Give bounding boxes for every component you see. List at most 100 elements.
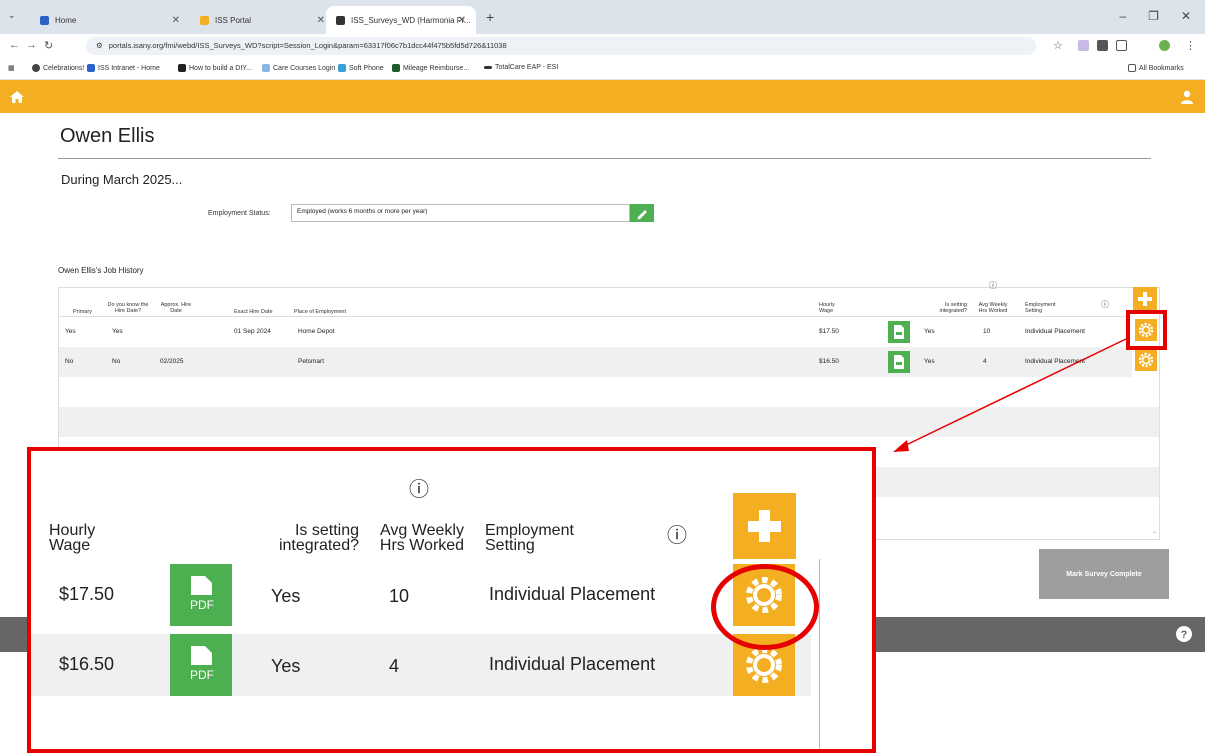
maximize-icon[interactable]: ❐ <box>1148 9 1159 23</box>
bookmark-label: How to build a DIY... <box>189 64 252 72</box>
app-header-bar <box>0 80 1205 113</box>
divider <box>58 158 1151 159</box>
user-icon[interactable] <box>1179 89 1195 105</box>
cell-wage: $17.50 <box>819 328 839 335</box>
cell-hours: 4 <box>983 358 987 365</box>
pencil-icon <box>637 210 647 220</box>
bookmark-celebrations[interactable]: Celebrations! <box>32 64 84 72</box>
settings-row-2-button[interactable] <box>1135 349 1157 371</box>
info-icon[interactable]: ⓘ <box>667 526 687 546</box>
pdf-label: PDF <box>190 598 214 612</box>
close-icon[interactable]: ✕ <box>458 15 466 26</box>
tab-label: ISS Portal <box>215 15 252 25</box>
close-icon[interactable]: ✕ <box>317 15 325 26</box>
profile-avatar-icon[interactable] <box>1159 40 1170 51</box>
pdf-icon: PDF <box>190 646 214 682</box>
col-header-hours: Avg Weekly Hrs Worked <box>978 302 1008 314</box>
zoom-header-hours: Avg Weekly Hrs Worked <box>379 522 465 554</box>
col-header-know-hire: Do you know the Hire Date? <box>107 302 149 314</box>
url-text: portals.isany.org/fmi/webd/ISS_Surveys_W… <box>108 41 507 50</box>
table-row[interactable]: $16.50 PDF Yes 4 Individual Placement <box>31 634 811 696</box>
scroll-down-icon[interactable]: ⌄ <box>1152 528 1157 535</box>
bookmark-label: Care Courses Login <box>273 64 336 72</box>
pdf-button[interactable]: PDF <box>170 634 232 696</box>
cell-exact-hire: 01 Sep 2024 <box>234 328 271 335</box>
cell-integrated: Yes <box>924 328 935 335</box>
cell-integrated: Yes <box>271 586 301 606</box>
bookmark-totalcare[interactable]: TotalCare EAP - ESI <box>484 64 558 71</box>
edit-employment-button[interactable] <box>630 204 654 222</box>
zoom-add-job-button[interactable] <box>733 493 796 559</box>
browser-menu-icon[interactable]: ⋮ <box>1185 39 1196 52</box>
window-close-icon[interactable]: ✕ <box>1181 9 1191 23</box>
url-input[interactable]: ⚙ portals.isany.org/fmi/webd/ISS_Surveys_… <box>86 37 1036 55</box>
minimize-icon[interactable]: – <box>1119 9 1126 23</box>
back-icon[interactable]: ← <box>9 39 20 51</box>
portal-favicon-icon <box>200 15 209 25</box>
reload-icon[interactable]: ↻ <box>44 39 53 52</box>
cell-setting: Individual Placement <box>489 584 656 604</box>
cell-place: Petsmart <box>298 358 325 365</box>
mark-survey-complete-button[interactable]: Mark Survey Complete <box>1039 549 1169 599</box>
site-info-icon[interactable]: ⚙ <box>96 41 103 50</box>
table-row[interactable]: $17.50 PDF Yes 10 Individual Placement <box>31 564 811 626</box>
info-icon[interactable]: ⓘ <box>404 480 434 500</box>
cell-setting: Individual Placement <box>1025 358 1085 365</box>
pdf-label: PDF <box>190 668 214 682</box>
survey-period: During March 2025... <box>61 172 183 187</box>
extensions-icon[interactable] <box>1116 40 1127 51</box>
cell-wage: $17.50 <box>59 584 115 604</box>
cell-know-hire: No <box>112 358 121 365</box>
table-row[interactable]: No No 02/2025 Petsmart $16.50 Yes 4 Indi… <box>59 347 1132 377</box>
zoom-header-integrated: Is setting integrated? <box>278 522 359 554</box>
add-job-button[interactable] <box>1133 287 1157 311</box>
bookmark-iss-intranet[interactable]: ISS Intranet - Home <box>87 64 160 72</box>
all-bookmarks[interactable]: All Bookmarks <box>1128 64 1184 72</box>
empty-row <box>59 377 1159 407</box>
bookmark-label: TotalCare EAP - ESI <box>495 64 559 71</box>
tab-home[interactable]: Home ✕ <box>30 6 190 34</box>
close-icon[interactable]: ✕ <box>172 15 180 26</box>
help-icon[interactable]: ? <box>1175 625 1193 643</box>
svg-text:?: ? <box>1181 629 1188 641</box>
bookmark-label: ISS Intranet - Home <box>98 64 160 72</box>
bookmark-diy[interactable]: How to build a DIY... <box>178 64 252 72</box>
highlight-box <box>1126 310 1167 350</box>
folder-icon <box>1128 64 1136 72</box>
extension-icon[interactable] <box>1078 40 1089 51</box>
pdf-button[interactable] <box>888 321 910 343</box>
bookmark-star-icon[interactable]: ☆ <box>1053 39 1063 52</box>
bookmark-label: Celebrations! <box>43 64 85 72</box>
extension-icon[interactable] <box>1097 40 1108 51</box>
pdf-icon <box>894 355 904 369</box>
bookmark-soft-phone[interactable]: Soft Phone <box>338 64 384 72</box>
info-icon[interactable]: ⓘ <box>1101 301 1109 309</box>
pdf-button[interactable]: PDF <box>170 564 232 626</box>
table-row[interactable]: Yes Yes 01 Sep 2024 Home Depot $17.50 Ye… <box>59 317 1132 347</box>
bookmark-mileage[interactable]: Mileage Reimburse... <box>392 64 469 72</box>
apps-icon[interactable]: ▦ <box>8 64 15 72</box>
forward-icon[interactable]: → <box>26 39 37 51</box>
bookmark-icon <box>262 64 270 72</box>
bookmark-icon <box>392 64 400 72</box>
pdf-button[interactable] <box>888 351 910 373</box>
cell-hours: 10 <box>983 328 991 335</box>
address-bar: ← → ↻ ⚙ portals.isany.org/fmi/webd/ISS_Su… <box>0 34 1205 58</box>
cell-integrated: Yes <box>924 358 935 365</box>
bookmark-care-courses[interactable]: Care Courses Login <box>262 64 335 72</box>
info-icon[interactable]: ⓘ <box>975 282 1011 290</box>
employment-status-field[interactable]: Employed (works 6 months or more per yea… <box>291 204 630 222</box>
cell-place: Home Depot <box>298 328 335 335</box>
home-icon[interactable] <box>9 89 25 105</box>
new-tab-icon[interactable]: + <box>486 9 494 25</box>
tab-iss-surveys[interactable]: ISS_Surveys_WD (Harmonia Fr... ✕ <box>326 6 476 34</box>
filemaker-favicon-icon <box>336 15 345 25</box>
tab-search-icon[interactable]: ⌄ <box>8 10 16 21</box>
bookmarks-bar: ▦ Celebrations! ISS Intranet - Home How … <box>0 58 1205 80</box>
pdf-icon: PDF <box>190 576 214 612</box>
col-header-place: Place of Employment <box>294 309 346 315</box>
col-header-wage: Hourly Wage <box>819 302 835 314</box>
bookmark-icon <box>87 64 95 72</box>
tab-iss-portal[interactable]: ISS Portal ✕ <box>190 6 335 34</box>
tab-label: Home <box>55 15 77 25</box>
